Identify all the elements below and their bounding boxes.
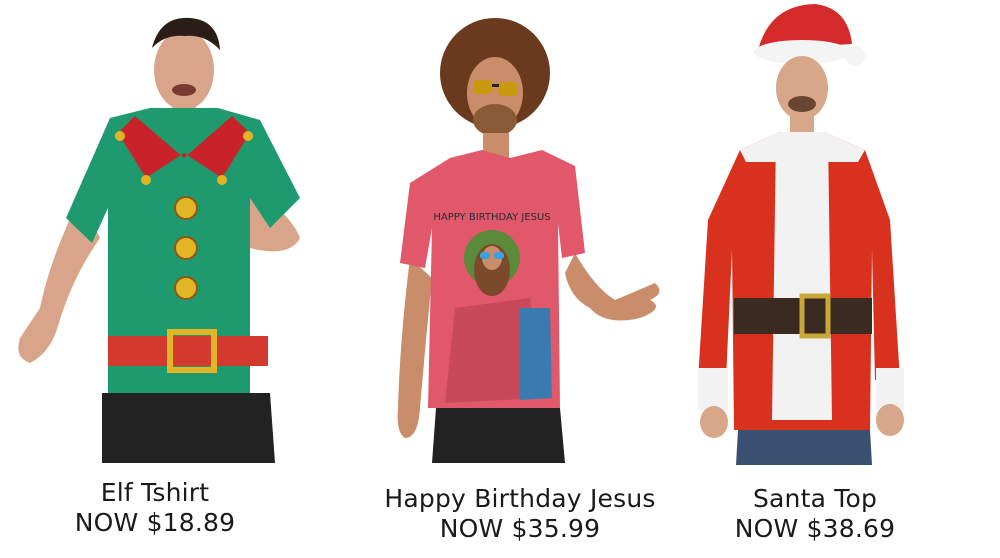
product-image-elf-tshirt[interactable]	[0, 8, 310, 463]
product-price: NOW $18.89	[74, 508, 236, 537]
shirt-print-text: HAPPY BIRTHDAY JESUS	[433, 212, 550, 223]
elf-tshirt-photo	[18, 17, 300, 463]
happy-birthday-jesus-photo: HAPPY BIRTHDAY JESUS	[397, 18, 660, 463]
santa-top-photo	[698, 4, 904, 465]
product-card-happy-birthday-jesus[interactable]: HAPPY BIRTHDAY JESUS Happy Birthday Jesu…	[370, 0, 670, 558]
product-image-happy-birthday-jesus[interactable]: HAPPY BIRTHDAY JESUS	[370, 8, 670, 463]
product-price: NOW $38.69	[734, 514, 896, 543]
product-image-santa-top[interactable]	[690, 0, 940, 465]
product-card-santa-top[interactable]: Santa Top NOW $38.69	[690, 0, 940, 558]
product-price: NOW $35.99	[439, 514, 601, 543]
product-name[interactable]: Elf Tshirt	[0, 478, 310, 508]
product-card-elf-tshirt[interactable]: Elf Tshirt NOW $18.89	[0, 0, 310, 558]
product-name[interactable]: Santa Top	[690, 484, 940, 514]
product-name[interactable]: Happy Birthday Jesus	[370, 484, 670, 514]
